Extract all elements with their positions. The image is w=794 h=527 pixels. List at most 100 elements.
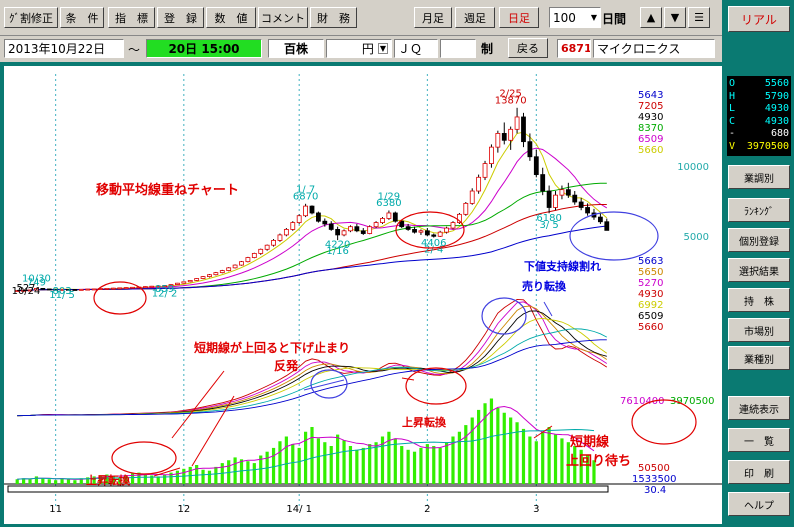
finance-button[interactable]: 財 務 [310,7,357,28]
back-button[interactable]: 戻る [508,38,548,58]
volume-label: 30.4 [644,485,666,496]
volume-label: 50500 [638,463,670,474]
ranking-button[interactable]: ﾗﾝｷﾝｸﾞ [728,198,790,222]
candle-body [399,220,405,228]
volume-bar [470,417,474,484]
candle-body [341,230,347,236]
volume-bar [419,447,423,484]
annotation-text: 上昇転換 [86,473,131,487]
moving-average-line [17,147,608,292]
print-button[interactable]: 印 刷 [728,460,790,484]
volume-bar [329,446,333,484]
volume-bar [547,427,551,484]
volume-bar [207,470,212,484]
volume-bar [528,436,532,484]
stock-chart[interactable]: 11 12 14/ 1 2 310000500052710/2410/307498031… [4,66,722,524]
candle-body [521,116,526,143]
annotation-text: 短期線が上回ると下げ止まり [194,340,350,355]
volume-bar [368,444,372,484]
chevron-down-icon: ▼ [377,43,388,54]
price-label: 6380 [376,198,401,209]
continuous-display-button[interactable]: 連続表示 [728,396,790,420]
period-count-select[interactable]: 100 ▼ [549,7,601,28]
volume-bar [412,451,417,484]
candle-body [213,272,219,276]
weekly-button[interactable]: 週足 [455,7,495,28]
market-button[interactable]: 市場別 [728,318,790,342]
real-button[interactable]: リアル [728,6,790,32]
selection-result-button[interactable]: 選択結果 [728,258,790,282]
volume-bar [560,438,564,484]
volume-bar [477,409,481,484]
candle-body [431,234,437,237]
menu-icon[interactable]: ☰ [688,7,710,28]
currency-select[interactable]: 円 ▼ [326,39,392,58]
individual-register-button[interactable]: 個別登録 [728,228,790,252]
volume-bar [393,438,397,484]
register-button[interactable]: 登 録 [157,7,204,28]
candle-body [546,190,552,208]
candle-body [200,276,206,279]
ohlc-value: 3970500 [746,140,789,152]
candle-body [207,274,212,278]
candle-body [130,286,135,289]
annotation-text: 売り転換 [522,279,567,293]
chevron-down-icon: ▼ [590,13,597,22]
volume-bar [233,457,237,484]
volume-bar [406,449,410,484]
split-adjust-button[interactable]: ｸﾞ割修正 [4,7,58,28]
ohlc-row: L 4930 [729,103,789,116]
volume-bar [246,461,250,484]
start-date-field[interactable]: 2013年10月22日 [4,39,124,58]
values-button[interactable]: 数 値 [206,7,256,28]
price-label: 11/ 5 [49,290,75,301]
ma-value-label: 6509 [638,134,663,145]
candle-body [175,282,180,285]
candle-body [495,133,501,148]
help-button[interactable]: ヘルプ [728,492,790,516]
candle-body [578,201,584,208]
daily-button[interactable]: 日足 [499,7,539,28]
price-label: 12/ 2 [152,289,178,300]
monthly-button[interactable]: 月足 [414,7,452,28]
condition-button[interactable]: 条 件 [60,7,104,28]
comment-button[interactable]: コメント [258,7,308,28]
volume-bar [387,431,391,484]
ma-value-label: 5660 [638,145,663,156]
candle-body [463,202,469,215]
ohlc-value: 5560 [764,78,789,89]
volume-bar [252,463,256,484]
stock-code-field[interactable]: 6871 [557,39,591,58]
company-name-field: マイクロニクス [593,39,715,58]
x-tick-label: 11 [49,504,62,515]
sector-button[interactable]: 業種別 [728,346,790,370]
candle-body [277,234,283,241]
ohlc-row: H 5790 [729,91,789,104]
industry-button[interactable]: 業調別 [728,165,790,189]
volume-bar [214,466,218,484]
unit-field: 百株 [268,39,324,58]
blank-field [440,39,476,58]
volume-bar [553,434,558,484]
x-tick-label: 3 [533,504,539,515]
volume-bar [361,447,365,484]
arrow-down-icon[interactable]: ▼ [664,7,686,28]
candle-body [271,239,276,246]
candle-body [450,222,456,229]
ohlc-value: 680 [770,128,789,140]
ohlc-label: - [729,128,736,140]
holdings-button[interactable]: 持 株 [728,288,790,312]
price-label: 2/ 4 [424,245,443,256]
candle-body [469,190,475,204]
indicator-button[interactable]: 指 標 [108,7,155,28]
candle-body [508,128,514,141]
end-time-field[interactable]: 20日 15:00 [146,39,262,58]
chart-area[interactable]: 11 12 14/ 1 2 3 10000 5000 527 10/24 10/30 749 803 1… [4,66,722,524]
market-field: ＪＱ [394,39,438,58]
candle-body [232,264,238,269]
list-button[interactable]: 一 覧 [728,428,790,452]
candle-body [251,253,257,258]
lower-indicator-line [17,298,608,417]
arrow-up-icon[interactable]: ▲ [640,7,662,28]
annotation-text: 上回り待ち [566,453,631,469]
